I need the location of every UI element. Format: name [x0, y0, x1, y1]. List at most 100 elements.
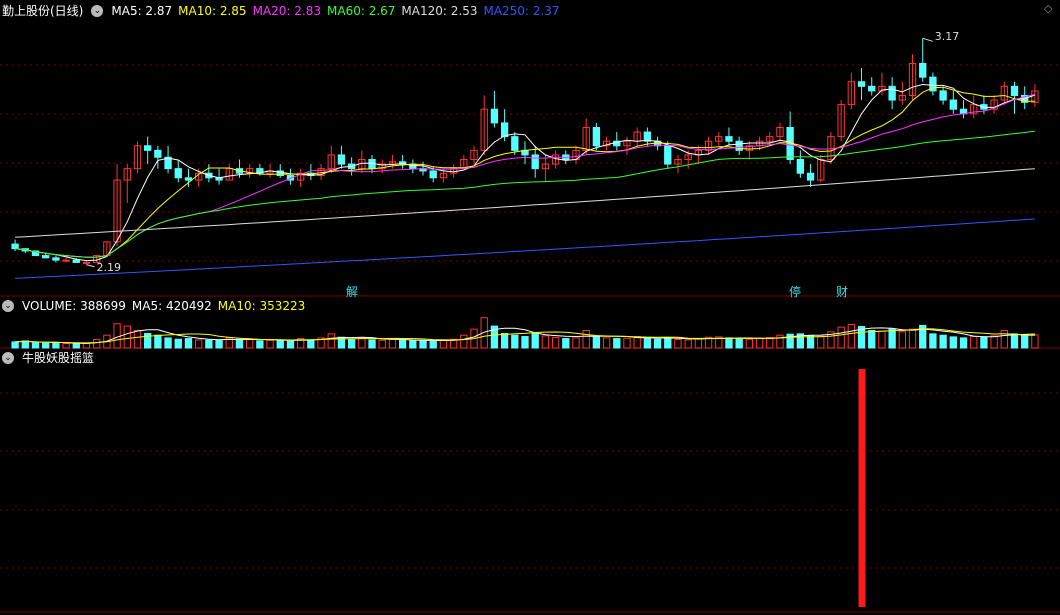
volume-toggle-icon[interactable]: ⌄	[2, 300, 14, 312]
candle-body	[11, 243, 19, 250]
volume-bar	[490, 325, 499, 349]
indicator-header: ⌄ 牛股妖股摇篮	[0, 349, 94, 367]
candle-body	[419, 168, 427, 172]
ma-legend-item: MA60: 2.67	[327, 4, 396, 18]
volume-ma5-line	[15, 327, 1035, 344]
volume-bar	[480, 317, 488, 349]
candle-body	[786, 126, 794, 161]
candle-body	[735, 140, 743, 151]
candle-body	[174, 168, 182, 179]
ma5-line	[15, 83, 1036, 262]
indicator-toggle-icon[interactable]: ⌄	[2, 352, 14, 364]
candle-body	[144, 145, 152, 151]
candle-body	[307, 172, 315, 177]
volume-bar	[296, 338, 305, 349]
candle-body	[245, 168, 254, 174]
candle-body	[347, 163, 356, 170]
ma-legend: MA5: 2.87 MA10: 2.85 MA20: 2.83 MA60: 2.67 M…	[111, 2, 565, 20]
candle-body	[164, 156, 172, 170]
candle-body	[103, 241, 111, 257]
candle-body	[470, 149, 478, 161]
volume-bar	[347, 338, 356, 349]
volume-bar	[939, 334, 947, 349]
candle-body	[378, 163, 386, 170]
price-indicator-toggle-icon[interactable]: ⌄	[91, 5, 104, 17]
diamond-icon[interactable]: ◇	[1044, 3, 1054, 14]
candle-body	[847, 81, 855, 106]
ma60-line	[15, 130, 1035, 258]
candle-body	[358, 159, 366, 170]
volume-bar	[184, 338, 193, 349]
volume-bar	[174, 338, 182, 349]
volume-bar	[409, 340, 417, 349]
candle-body	[796, 159, 805, 174]
candle-body	[929, 76, 937, 92]
candle-body	[562, 154, 570, 161]
candle-body	[429, 170, 437, 179]
volume-bar	[562, 338, 570, 349]
candle-body	[439, 172, 448, 179]
candle-body	[398, 161, 407, 165]
candle-body	[42, 255, 50, 259]
candle-body	[827, 136, 835, 161]
ma-legend-item: MA120: 2.53	[401, 4, 478, 18]
volume-bar	[276, 339, 284, 349]
candle-body	[123, 168, 131, 181]
candle-body	[317, 168, 325, 177]
volume-bar	[358, 337, 366, 349]
volume-bar	[398, 339, 407, 349]
candle-body	[205, 172, 213, 179]
candle-body	[613, 140, 621, 147]
candle-body	[184, 177, 193, 181]
volume-bar	[500, 333, 509, 349]
candle-body	[745, 145, 754, 151]
volume-bar	[327, 333, 335, 349]
volume-bar	[684, 339, 692, 349]
volume-bar	[929, 333, 937, 349]
volume-bar	[817, 335, 825, 349]
candle-body	[480, 108, 488, 151]
volume-bar	[245, 339, 254, 349]
volume-bar	[990, 335, 998, 349]
volume-bar	[72, 343, 80, 349]
candle-body	[990, 99, 998, 110]
volume-bar	[144, 333, 152, 349]
volume-bar	[735, 338, 743, 349]
candle-body	[511, 136, 519, 151]
volume-bar	[715, 336, 723, 349]
candle-body	[592, 126, 601, 147]
event-marker-suspend[interactable]: 停	[789, 283, 801, 300]
volume-bar	[908, 328, 917, 349]
volume-bar	[755, 337, 764, 349]
volume-bar	[786, 333, 794, 349]
volume-bar	[195, 339, 203, 349]
volume-bar	[694, 338, 703, 349]
indicator-title: 牛股妖股摇篮	[22, 351, 95, 365]
ma-legend-item: MA5: 2.87	[111, 4, 173, 18]
volume-bar	[827, 331, 835, 349]
event-marker-unlock[interactable]: 解	[346, 283, 358, 300]
candle-body	[837, 104, 845, 138]
candle-body	[113, 179, 121, 243]
volume-bar	[429, 340, 437, 349]
volume-bar	[898, 331, 906, 349]
candle-body	[327, 154, 335, 170]
candle-body	[949, 99, 957, 110]
ma-legend-item: MA10: 2.85	[178, 4, 247, 18]
candle-body	[337, 154, 346, 165]
candle-body	[500, 122, 509, 138]
candle-body	[82, 261, 91, 264]
candle-body	[215, 177, 223, 181]
volume-bar	[582, 329, 590, 349]
volume-bar	[623, 337, 631, 349]
candle-body	[939, 90, 947, 101]
event-marker-finance[interactable]: 财	[836, 283, 848, 300]
high-price-label: 3.17	[934, 30, 960, 44]
volume-bar	[653, 338, 662, 349]
volume-bar	[572, 337, 580, 349]
volume-bar	[1000, 329, 1008, 349]
volume-bar	[266, 339, 274, 349]
volume-bar	[511, 334, 519, 349]
candle-body	[256, 168, 264, 174]
candle-body	[62, 259, 70, 262]
